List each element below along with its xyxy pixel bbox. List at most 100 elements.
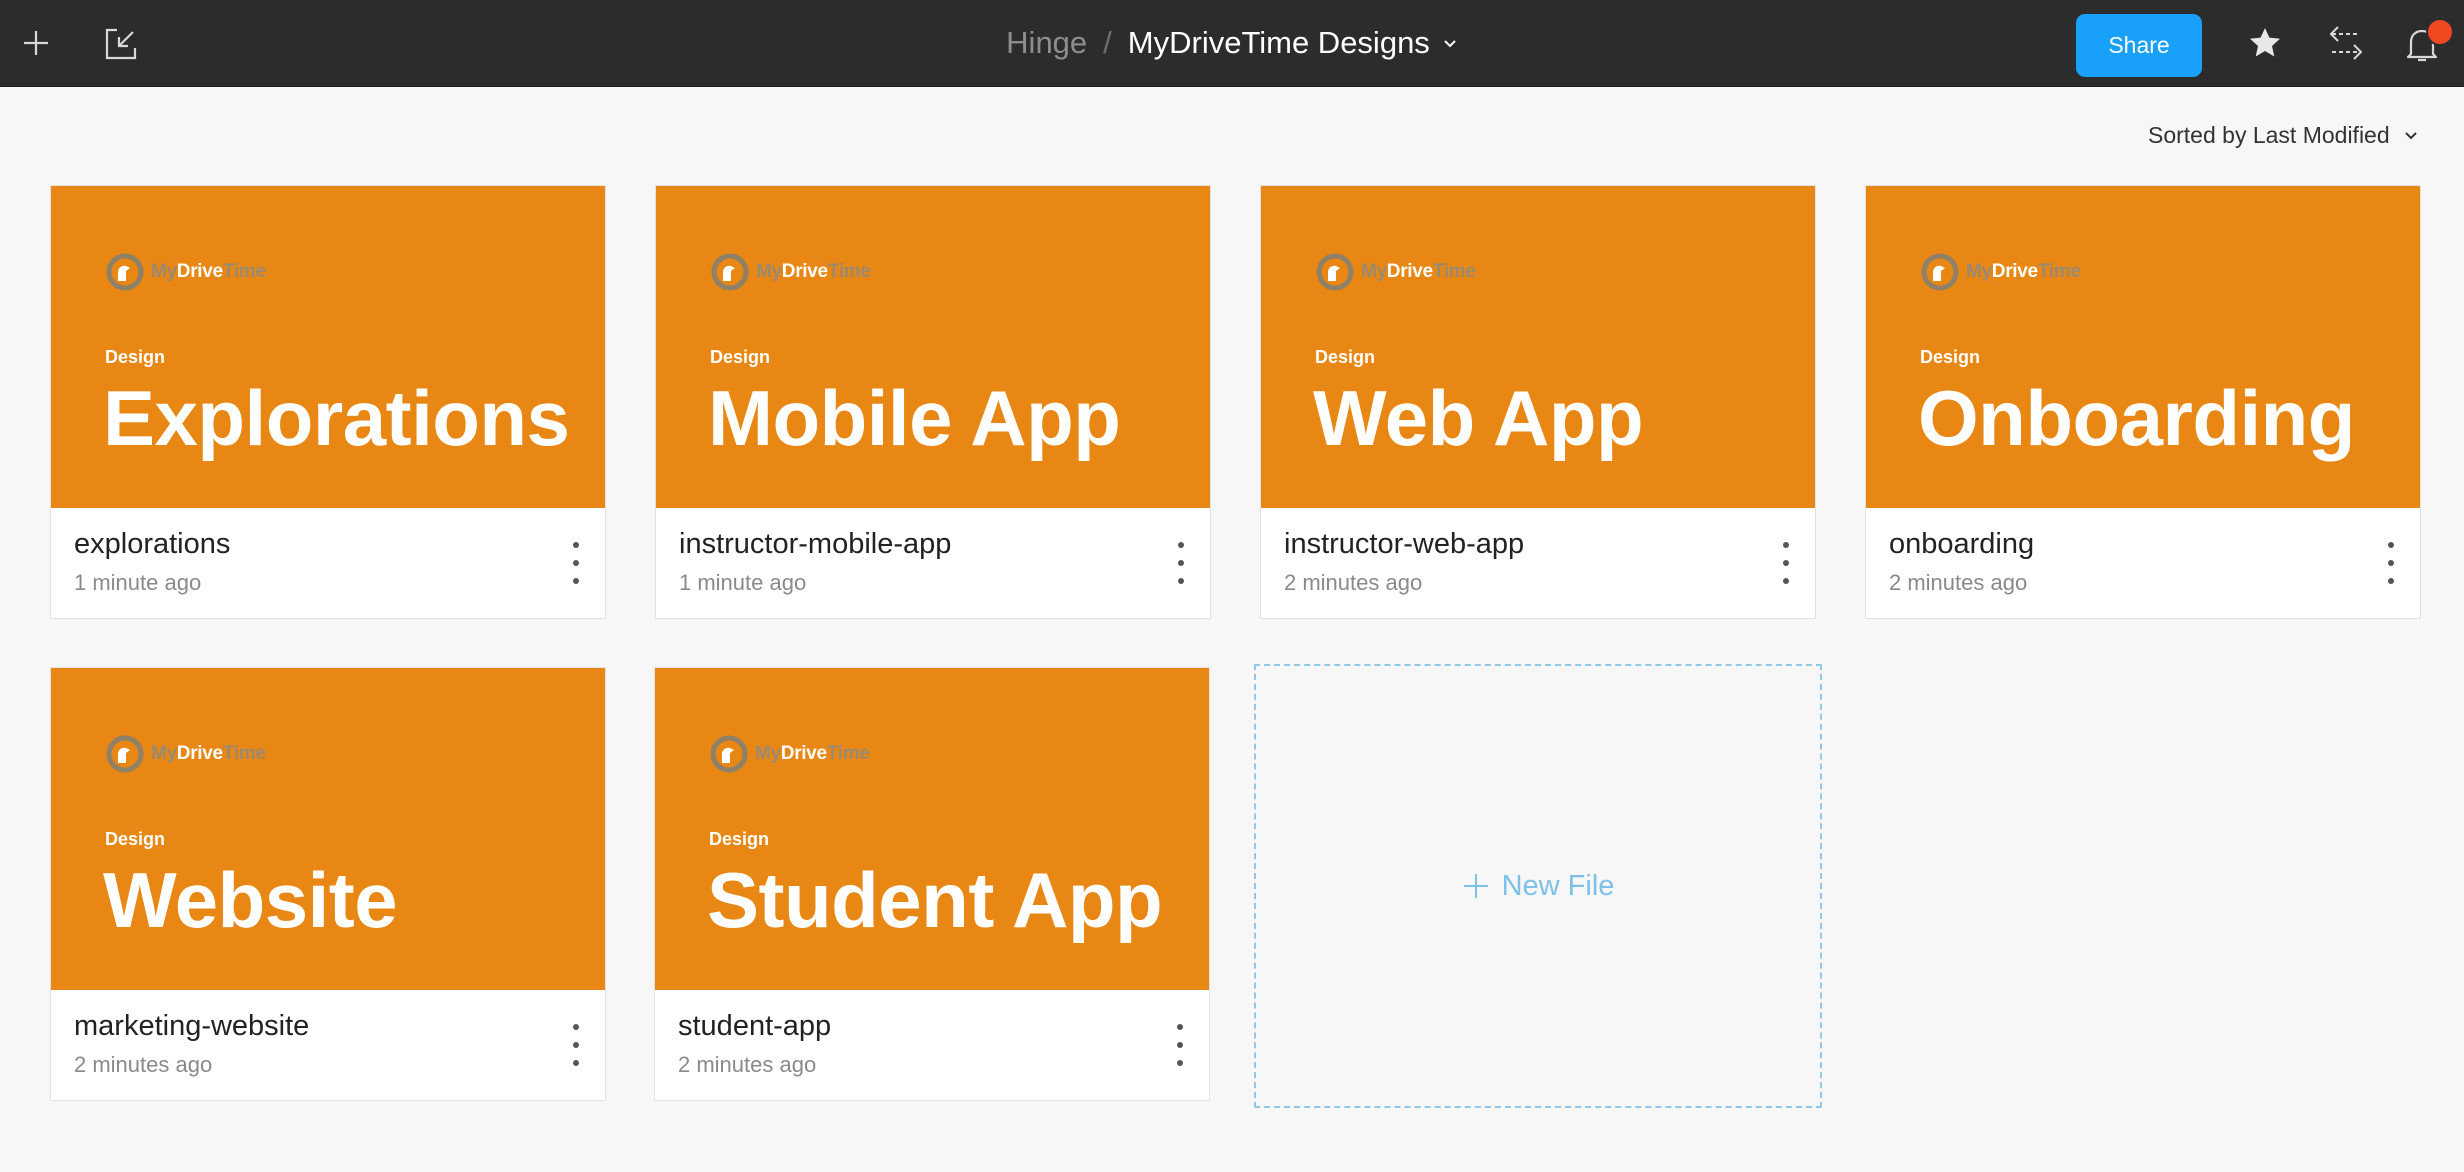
more-vertical-icon-dot (1783, 560, 1789, 566)
logo-time: Time (1432, 261, 1476, 282)
project-menu[interactable]: MyDriveTime Designs (1128, 25, 1458, 61)
mydrivetime-logo: MyDriveTime (709, 734, 870, 774)
logo-wordmark: MyDriveTime (151, 261, 266, 283)
logo-wordmark: MyDriveTime (1361, 261, 1476, 283)
plus-icon (1462, 872, 1490, 900)
notifications-button[interactable] (2402, 18, 2454, 66)
thumbnail-title: Student App (707, 856, 1163, 944)
file-card[interactable]: MyDriveTime Design Explorations explorat… (50, 185, 606, 619)
breadcrumb-team[interactable]: Hinge (1006, 25, 1087, 61)
file-card[interactable]: MyDriveTime Design Website marketing-web… (50, 667, 606, 1101)
logo-my: My (151, 261, 177, 282)
file-options-button[interactable] (1174, 542, 1188, 584)
more-vertical-icon-dot (2388, 578, 2394, 584)
plus-icon (24, 31, 48, 55)
move-file-button[interactable] (2326, 24, 2366, 62)
file-thumbnail: MyDriveTime Design Web App (1261, 186, 1815, 508)
steering-wheel-icon (710, 735, 748, 773)
file-card[interactable]: MyDriveTime Design Mobile App instructor… (655, 185, 1211, 619)
file-thumbnail: MyDriveTime Design Mobile App (656, 186, 1210, 508)
steering-wheel-icon (106, 735, 144, 773)
file-thumbnail: MyDriveTime Design Student App (655, 668, 1209, 990)
import-button[interactable] (102, 25, 140, 63)
thumbnail-kicker: Design (105, 829, 166, 849)
breadcrumb-separator: / (1103, 25, 1112, 60)
thumbnail-kicker: Design (710, 347, 771, 367)
file-name: instructor-web-app (1284, 528, 1525, 560)
file-meta: student-app 2 minutes ago (678, 1009, 831, 1078)
more-vertical-icon-dot (2388, 542, 2394, 548)
favorite-button[interactable] (2246, 24, 2284, 62)
mydrivetime-logo: MyDriveTime (710, 252, 871, 292)
file-meta: instructor-web-app 2 minutes ago (1284, 527, 1524, 596)
logo-my: My (151, 743, 177, 764)
file-meta: instructor-mobile-app 1 minute ago (679, 527, 951, 596)
thumbnail-kicker: Design (1315, 347, 1376, 367)
file-browser: Hinge / MyDriveTime Designs Share Sorted… (0, 0, 2464, 1172)
top-bar: Hinge / MyDriveTime Designs Share (0, 0, 2464, 87)
logo-drive: Drive (176, 743, 223, 764)
file-options-button[interactable] (569, 542, 583, 584)
file-name: student-app (678, 1010, 832, 1042)
logo-time: Time (827, 261, 871, 282)
logo-my: My (756, 261, 782, 282)
file-options-button[interactable] (1779, 542, 1793, 584)
mydrivetime-logo: MyDriveTime (1315, 252, 1476, 292)
file-meta: onboarding 2 minutes ago (1889, 527, 2034, 596)
new-file-tile[interactable]: New File (1254, 664, 1822, 1108)
new-file-label: New File (1501, 869, 1615, 902)
logo-my: My (1966, 261, 1992, 282)
steering-wheel-icon (1316, 253, 1354, 291)
more-vertical-icon-dot (573, 542, 579, 548)
steering-wheel-icon (106, 253, 144, 291)
file-options-button[interactable] (569, 1024, 583, 1066)
logo-time: Time (222, 743, 266, 764)
thumbnail-title: Web App (1313, 374, 1644, 462)
mydrivetime-logo: MyDriveTime (1920, 252, 2081, 292)
file-modified: 2 minutes ago (678, 1051, 817, 1077)
more-vertical-icon-dot (573, 560, 579, 566)
logo-wordmark: MyDriveTime (1966, 261, 2081, 283)
file-name: instructor-mobile-app (679, 528, 952, 560)
sort-label: Sorted by Last Modified (2148, 121, 2390, 148)
chevron-down-icon (1442, 35, 1458, 51)
file-options-button[interactable] (1173, 1024, 1187, 1066)
logo-time: Time (2037, 261, 2081, 282)
sort-dropdown[interactable]: Sorted by Last Modified (2148, 116, 2418, 154)
more-vertical-icon-dot (573, 1042, 579, 1048)
file-options-button[interactable] (2384, 542, 2398, 584)
logo-drive: Drive (1991, 261, 2038, 282)
logo-wordmark: MyDriveTime (755, 743, 870, 765)
more-vertical-icon-dot (1178, 560, 1184, 566)
import-icon (105, 28, 137, 60)
logo-time: Time (222, 261, 266, 282)
share-button[interactable]: Share (2076, 14, 2202, 77)
new-file-button[interactable] (18, 25, 54, 61)
file-modified: 2 minutes ago (1889, 569, 2028, 595)
file-modified: 2 minutes ago (74, 1051, 213, 1077)
logo-my: My (1361, 261, 1387, 282)
more-vertical-icon-dot (1783, 542, 1789, 548)
mydrivetime-logo: MyDriveTime (105, 734, 266, 774)
file-card[interactable]: MyDriveTime Design Web App instructor-we… (1260, 185, 1816, 619)
thumbnail-title: Website (103, 856, 398, 944)
file-meta: marketing-website 2 minutes ago (74, 1009, 309, 1078)
file-thumbnail: MyDriveTime Design Explorations (51, 186, 605, 508)
more-vertical-icon-dot (573, 578, 579, 584)
more-vertical-icon-dot (2388, 560, 2394, 566)
steering-wheel-icon (1921, 253, 1959, 291)
more-vertical-icon-dot (1177, 1060, 1183, 1066)
file-card[interactable]: MyDriveTime Design Onboarding onboarding… (1865, 185, 2421, 619)
more-vertical-icon-dot (1178, 542, 1184, 548)
thumbnail-kicker: Design (105, 347, 166, 367)
more-vertical-icon-dot (1177, 1024, 1183, 1030)
file-card[interactable]: MyDriveTime Design Student App student-a… (654, 667, 1210, 1101)
more-vertical-icon-dot (1783, 578, 1789, 584)
thumbnail-title: Mobile App (708, 374, 1121, 462)
star-icon (2250, 28, 2280, 57)
thumbnail-title: Onboarding (1918, 374, 2355, 462)
thumbnail-kicker: Design (709, 829, 770, 849)
file-modified: 1 minute ago (679, 569, 807, 595)
file-meta: explorations 1 minute ago (74, 527, 230, 596)
file-name: explorations (74, 528, 231, 560)
